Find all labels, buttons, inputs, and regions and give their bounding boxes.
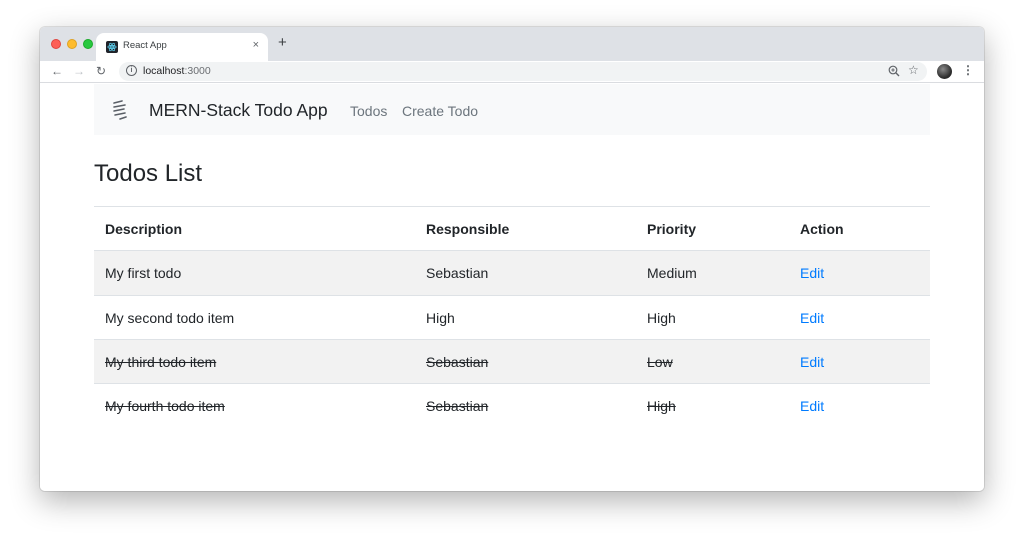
tab-strip: React App × + <box>40 27 984 61</box>
todo-priority: Medium <box>647 265 697 281</box>
page-content: MERN-Stack Todo App Todos Create Todo To… <box>40 84 984 491</box>
url-port: :3000 <box>184 65 211 77</box>
arrow-right-icon[interactable]: → <box>73 63 85 79</box>
column-header-action: Action <box>800 221 844 237</box>
address-bar[interactable]: i localhost:3000 ☆ <box>119 62 927 81</box>
todo-description: My first todo <box>105 265 182 281</box>
close-tab-icon[interactable]: × <box>253 39 259 51</box>
todo-priority: Low <box>647 354 673 370</box>
navbar: MERN-Stack Todo App Todos Create Todo <box>94 84 930 135</box>
table-row: My third todo item Sebastian Low Edit <box>94 339 930 383</box>
browser-window: React App × + ← → ↻ i localhost:3000 ☆ ⋮ <box>40 27 984 491</box>
todo-responsible: Sebastian <box>426 265 489 281</box>
zoom-icon[interactable] <box>887 64 901 78</box>
table-row: My first todo Sebastian Medium Edit <box>94 251 930 295</box>
todo-description: My fourth todo item <box>105 398 225 414</box>
react-logo-icon <box>106 41 118 53</box>
todo-responsible: High <box>426 310 455 326</box>
column-header-priority: Priority <box>647 221 697 237</box>
reload-icon[interactable]: ↻ <box>96 63 106 79</box>
page-title: Todos List <box>94 160 203 187</box>
brand-title[interactable]: MERN-Stack Todo App <box>149 100 328 121</box>
nav-link-create-todo[interactable]: Create Todo <box>402 103 478 119</box>
todo-description: My third todo item <box>105 354 217 370</box>
close-window-button[interactable] <box>51 39 61 49</box>
avatar[interactable] <box>937 64 952 79</box>
url-text[interactable]: localhost:3000 <box>143 65 211 77</box>
edit-link[interactable]: Edit <box>800 310 824 326</box>
new-tab-button[interactable]: + <box>278 35 287 50</box>
star-icon[interactable]: ☆ <box>908 63 919 78</box>
url-host: localhost <box>143 65 185 77</box>
todo-description: My second todo item <box>105 310 235 326</box>
todo-responsible: Sebastian <box>426 354 489 370</box>
column-header-description: Description <box>105 221 183 237</box>
minimize-window-button[interactable] <box>67 39 77 49</box>
todo-priority: High <box>647 398 676 414</box>
arrow-left-icon[interactable]: ← <box>51 63 63 79</box>
todo-responsible: Sebastian <box>426 398 489 414</box>
browser-tab[interactable]: React App × <box>96 33 268 61</box>
edit-link[interactable]: Edit <box>800 265 824 281</box>
todos-table: Description Responsible Priority Action … <box>94 206 930 427</box>
nav-link-todos[interactable]: Todos <box>350 103 387 119</box>
browser-toolbar: ← → ↻ i localhost:3000 ☆ ⋮ <box>40 61 984 83</box>
todo-priority: High <box>647 310 676 326</box>
edit-link[interactable]: Edit <box>800 354 824 370</box>
table-row: My fourth todo item Sebastian High Edit <box>94 383 930 427</box>
table-row: My second todo item High High Edit <box>94 295 930 339</box>
column-header-responsible: Responsible <box>426 221 510 237</box>
tab-title: React App <box>123 40 167 51</box>
maximize-window-button[interactable] <box>83 39 93 49</box>
kebab-menu-icon[interactable]: ⋮ <box>962 62 974 78</box>
info-icon[interactable]: i <box>126 65 137 76</box>
stack-logo-icon[interactable] <box>112 100 130 120</box>
table-header-row: Description Responsible Priority Action <box>94 207 930 251</box>
edit-link[interactable]: Edit <box>800 398 824 414</box>
